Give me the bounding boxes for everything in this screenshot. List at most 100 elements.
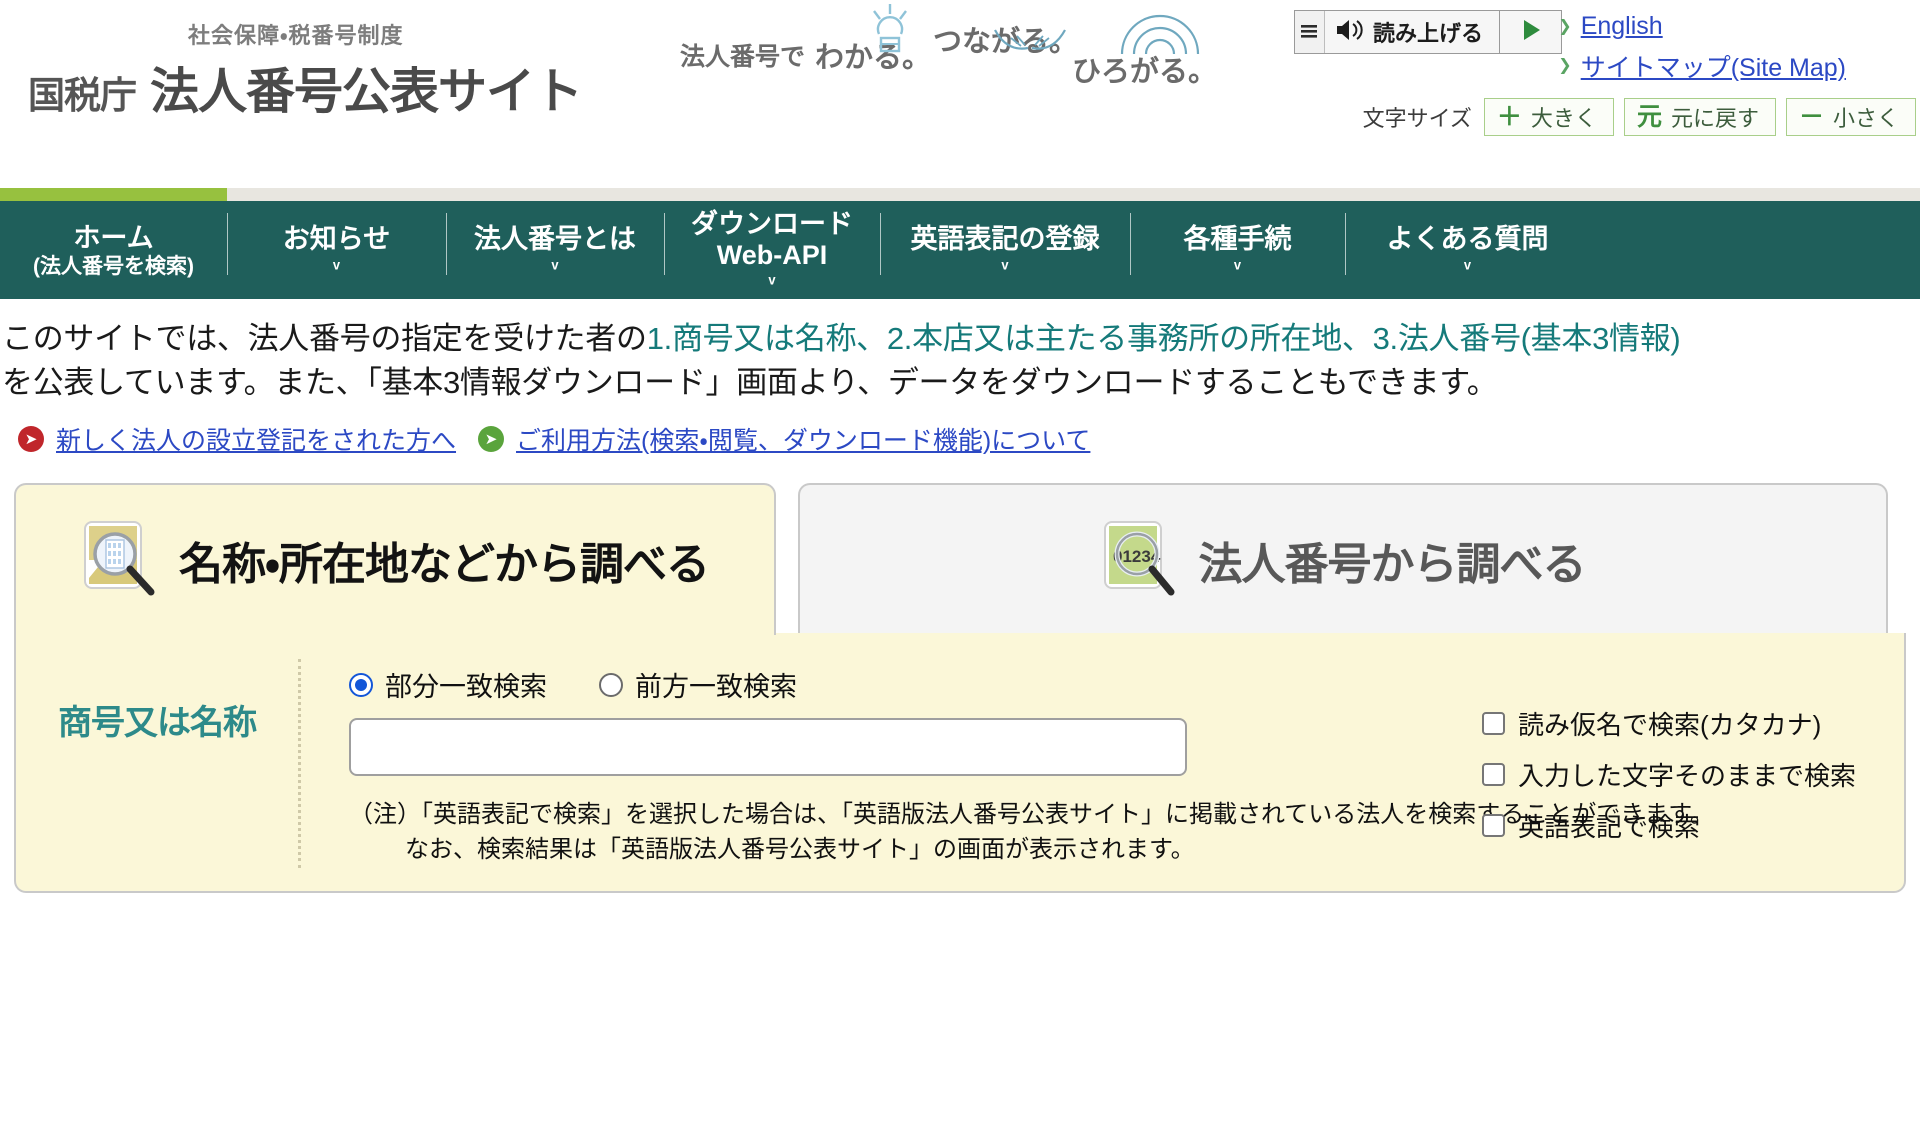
chevron-down-icon: ᵛ: [1001, 257, 1009, 279]
nav-list: ホーム (法人番号を検索) お知らせ ᵛ 法人番号とは ᵛ ダウンロード Web…: [0, 201, 1920, 299]
intro-link-usage-guide[interactable]: ➤ ご利用方法(検索・閲覧、ダウンロード機能)について: [478, 421, 1090, 457]
brand-subtitle: 社会保障・税番号制度: [188, 23, 404, 48]
intro-paragraph: このサイトでは、法人番号の指定を受けた者の1.商号又は名称、2.本店又は主たる事…: [2, 317, 1910, 361]
checkbox-english-search-input[interactable]: [1481, 814, 1505, 838]
chevron-right-icon: ❯: [1558, 57, 1572, 74]
font-size-increase-label: 大きく: [1530, 106, 1597, 131]
nav-item-label: よくある質問: [1386, 224, 1549, 255]
checkbox-exact-text-search-label: 入力した文字そのままで検索: [1517, 761, 1856, 792]
checkbox-kana-search-label: 読み仮名で検索(カタカナ): [1517, 710, 1822, 741]
search-option-checkboxes: 読み仮名で検索(カタカナ) 入力した文字そのままで検索 英語表記で検索: [1481, 705, 1856, 844]
intro-link-new-registration-label[interactable]: 新しく法人の設立登記をされた方へ: [56, 421, 456, 457]
checkbox-exact-text-search-input[interactable]: [1481, 763, 1505, 787]
radio-prefix-match-label: 前方一致検索: [635, 672, 797, 703]
connecting-hands-icon: [991, 24, 1069, 72]
speaker-icon: [1335, 17, 1365, 48]
intro-section: このサイトでは、法人番号の指定を受けた者の1.商号又は名称、2.本店又は主たる事…: [0, 299, 1920, 457]
top-link-sitemap-label[interactable]: サイトマップ(Site Map): [1581, 48, 1846, 84]
read-aloud-widget[interactable]: 読み上げる: [1293, 10, 1562, 54]
chevron-down-icon: ᵛ: [1464, 257, 1471, 279]
read-aloud-label: 読み上げる: [1372, 21, 1483, 46]
nav-item-label: ダウンロード: [691, 209, 853, 240]
font-size-controls: 文字サイズ ＋ 大きく 元 元に戻す － 小さく: [1363, 98, 1916, 136]
nav-item-about-corporate-number[interactable]: 法人番号とは ᵛ: [446, 201, 664, 299]
top-link-english-label[interactable]: English: [1581, 12, 1663, 41]
checkbox-english-search[interactable]: 英語表記で検索: [1481, 807, 1856, 844]
site-tagline: 法人番号で わかる。 つながる。 ひろがる。: [680, 4, 1217, 88]
nav-item-sublabel: (法人番号を検索): [33, 254, 194, 278]
play-button[interactable]: [1499, 11, 1561, 53]
nav-item-home[interactable]: ホーム (法人番号を検索): [0, 201, 227, 299]
radio-partial-match-label: 部分一致検索: [385, 672, 547, 703]
chevron-down-icon: ᵛ: [551, 257, 559, 279]
field-label-company-name: 商号又は名称: [58, 704, 257, 743]
tab-search-by-number[interactable]: 01234 法人番号から調べる: [798, 483, 1888, 636]
radio-partial-match[interactable]: 部分一致検索: [349, 665, 547, 704]
font-size-decrease-label: 小さく: [1832, 106, 1899, 131]
site-header: 社会保障・税番号制度 国税庁 法人番号公表サイト 法人番号で わかる。 つながる…: [0, 0, 1920, 188]
font-size-decrease-button[interactable]: － 小さく: [1785, 98, 1916, 136]
tab-search-by-name-label: 名称・所在地などから調べる: [179, 540, 710, 590]
font-size-reset-button[interactable]: 元 元に戻す: [1623, 98, 1776, 136]
chevron-down-icon: ᵛ: [768, 272, 776, 294]
read-aloud-button[interactable]: 読み上げる: [1325, 11, 1499, 53]
chevron-right-icon: ❯: [1558, 17, 1572, 35]
site-branding: 社会保障・税番号制度 国税庁 法人番号公表サイト: [28, 18, 648, 123]
nav-item-label: ホーム: [73, 223, 154, 254]
drag-handle-icon[interactable]: [1294, 11, 1325, 53]
number-magnifier-icon: 01234: [1101, 516, 1179, 605]
nav-item-download-webapi[interactable]: ダウンロード Web-API ᵛ: [664, 201, 880, 299]
reset-icon: 元: [1636, 102, 1662, 131]
tab-search-by-name[interactable]: 名称・所在地などから調べる: [14, 483, 776, 636]
minus-icon: －: [1798, 102, 1824, 131]
top-link-english[interactable]: ❯ English: [1558, 12, 1846, 41]
nav-active-accent-bar: [0, 188, 1920, 201]
radio-prefix-match-input[interactable]: [599, 672, 623, 697]
match-type-radio-group: 部分一致検索 前方一致検索: [349, 665, 1904, 704]
company-name-input[interactable]: [349, 718, 1187, 777]
tagline-word-wakaru: わかる。: [815, 4, 931, 76]
checkbox-kana-search-input[interactable]: [1481, 712, 1505, 736]
font-size-reset-label: 元に戻す: [1670, 106, 1759, 131]
tagline-word-tsunagaru: つながる。: [933, 18, 1078, 60]
arrow-circle-icon: ➤: [478, 426, 505, 453]
arrow-circle-icon: ➤: [18, 426, 44, 453]
main-navigation: ホーム (法人番号を検索) お知らせ ᵛ 法人番号とは ᵛ ダウンロード Web…: [0, 188, 1920, 299]
search-tabs: 名称・所在地などから調べる 01234 法人番号から調べる: [14, 483, 1906, 636]
brand-agency-name: 国税庁: [28, 75, 137, 116]
radio-prefix-match[interactable]: 前方一致検索: [599, 665, 797, 704]
intro-link-usage-guide-label[interactable]: ご利用方法(検索・閲覧、ダウンロード機能)について: [516, 421, 1090, 457]
nav-item-english-registration[interactable]: 英語表記の登録 ᵛ: [880, 201, 1130, 299]
font-size-increase-button[interactable]: ＋ 大きく: [1483, 98, 1614, 136]
nav-item-label: お知らせ: [282, 224, 391, 255]
nav-item-news[interactable]: お知らせ ᵛ: [227, 201, 446, 299]
lightbulb-icon: [861, 0, 919, 68]
tab-search-by-number-label: 法人番号から調べる: [1198, 540, 1587, 590]
intro-paragraph-2: を公表しています。また、「基本3情報ダウンロード」画面より、データをダウンロード…: [2, 365, 1498, 401]
intro-links: ➤ 新しく法人の設立登記をされた方へ ➤ ご利用方法(検索・閲覧、ダウンロード機…: [18, 421, 1910, 457]
nav-item-label: 各種手続: [1183, 224, 1292, 255]
checkbox-exact-text-search[interactable]: 入力した文字そのままで検索: [1481, 756, 1856, 793]
brand-main: 国税庁 法人番号公表サイト: [28, 52, 648, 123]
play-icon: [1517, 16, 1545, 49]
nav-item-procedures[interactable]: 各種手続 ᵛ: [1130, 201, 1345, 299]
nav-item-label: 法人番号とは: [474, 224, 636, 255]
chevron-down-icon: ᵛ: [333, 257, 340, 279]
nav-item-faq[interactable]: よくある質問 ᵛ: [1345, 201, 1590, 299]
chevron-down-icon: ᵛ: [1234, 257, 1241, 279]
tagline-lead: 法人番号で: [680, 43, 806, 71]
intro-text-a: このサイトでは、法人番号の指定を受けた者の: [2, 321, 647, 356]
intro-text-highlight: 1.商号又は名称、2.本店又は主たる事務所の所在地、3.法人番号(基本3情報): [646, 321, 1681, 356]
intro-link-new-registration[interactable]: ➤ 新しく法人の設立登記をされた方へ: [18, 421, 456, 457]
broadcast-waves-icon: [1112, 4, 1208, 68]
top-link-sitemap[interactable]: ❯ サイトマップ(Site Map): [1558, 48, 1846, 84]
search-field-row: 商号又は名称 部分一致検索 前方一致検索 読み仮名で検索(カタカナ) 入力した文…: [16, 659, 1904, 868]
brand-site-title: 法人番号公表サイト: [150, 65, 583, 119]
tagline-word-hirogaru: ひろがる。: [1072, 14, 1217, 90]
checkbox-kana-search[interactable]: 読み仮名で検索(カタカナ): [1481, 705, 1856, 742]
search-field-body: 部分一致検索 前方一致検索 読み仮名で検索(カタカナ) 入力した文字そのままで検…: [298, 659, 1904, 868]
radio-partial-match-input[interactable]: [349, 672, 373, 697]
top-utility-links: ❯ English ❯ サイトマップ(Site Map): [1558, 12, 1846, 84]
plus-icon: ＋: [1496, 102, 1522, 131]
font-size-label: 文字サイズ: [1362, 106, 1472, 131]
